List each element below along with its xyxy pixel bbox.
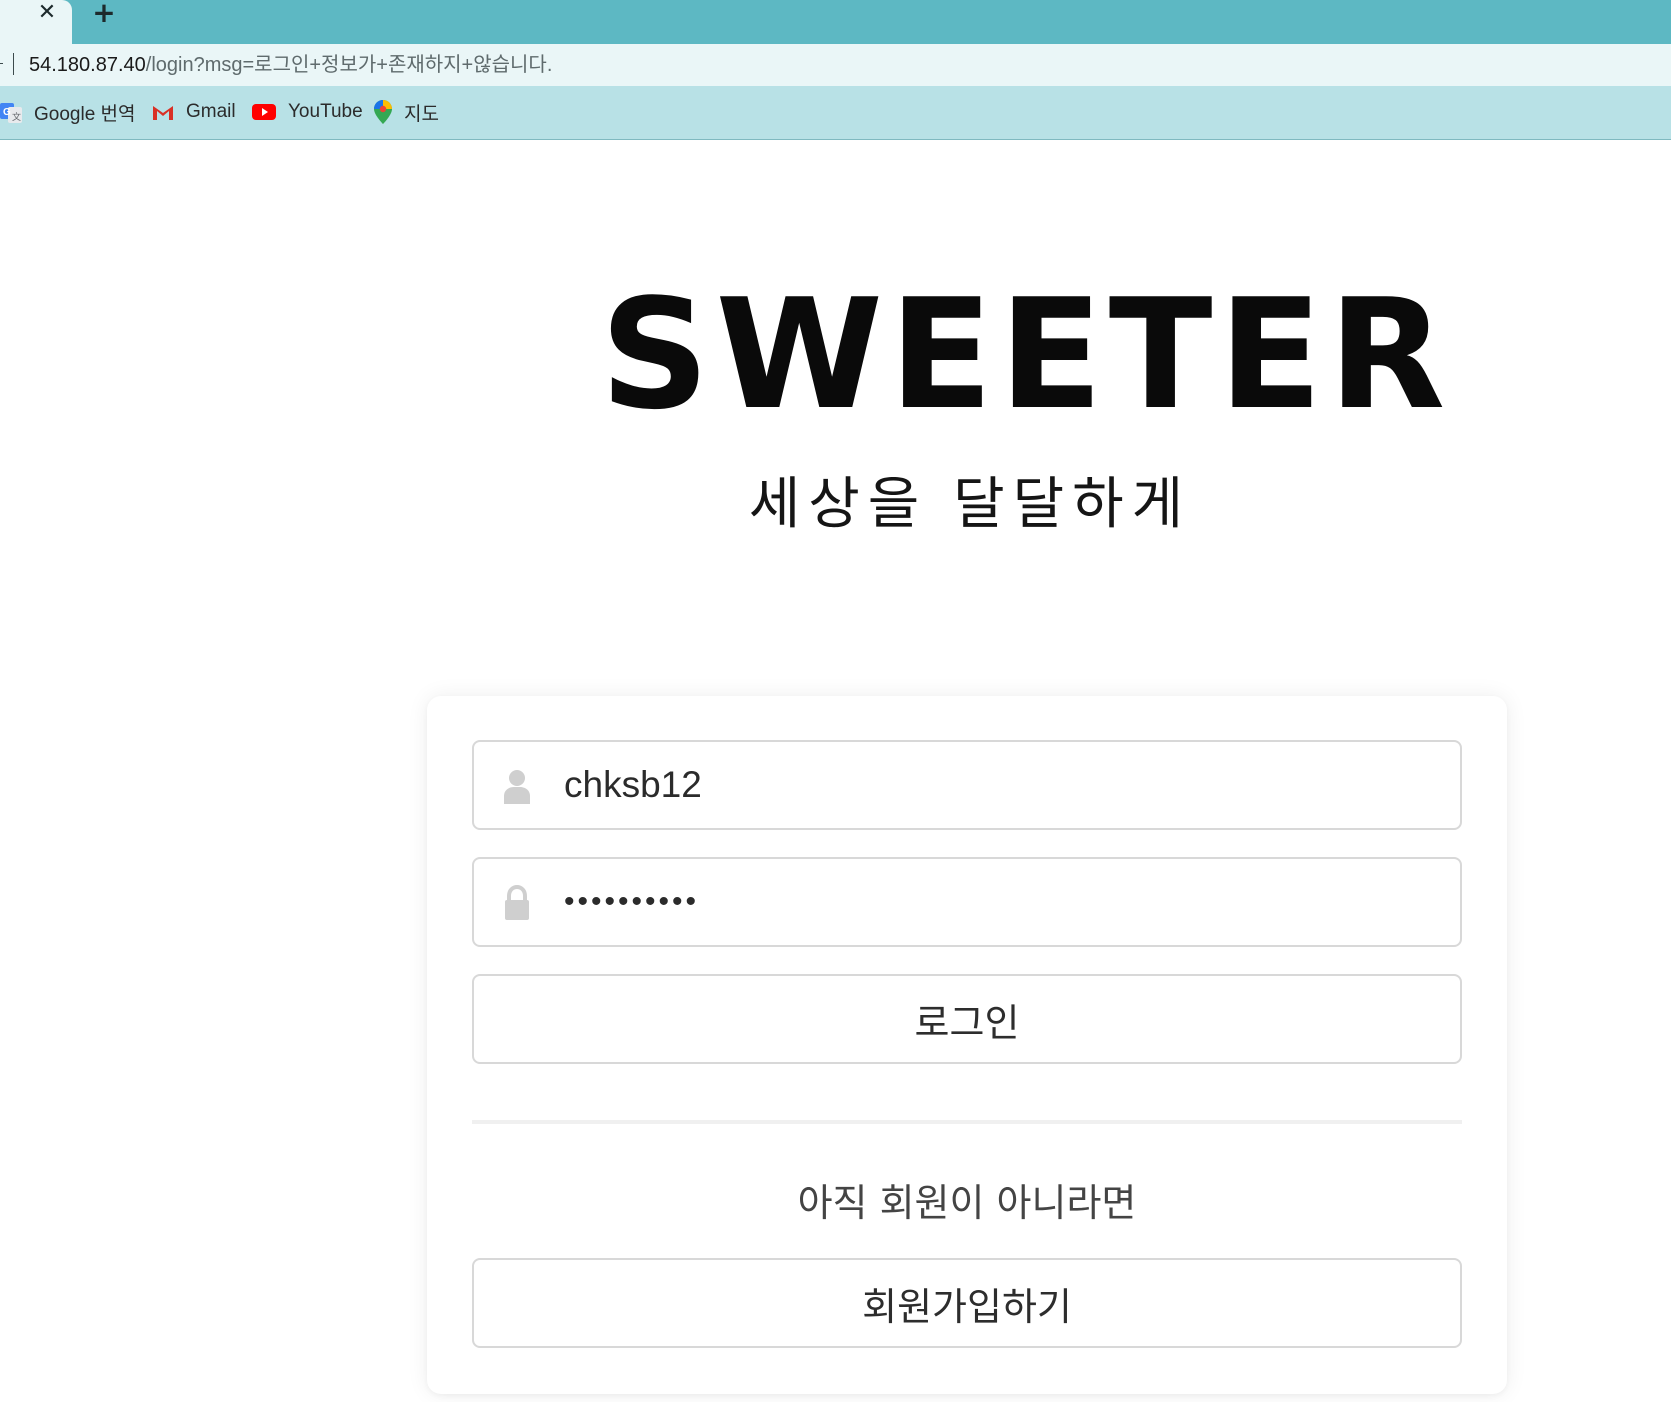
divider [472, 1120, 1462, 1124]
bookmarks-bar: G 文 Google 번역 Gmail YouTube 지도 [0, 86, 1671, 140]
bookmark-gmail[interactable]: Gmail [152, 98, 236, 126]
username-input[interactable] [564, 742, 1444, 828]
svg-text:文: 文 [12, 111, 21, 122]
login-card: 로그인 아직 회원이 아니라면 회원가입하기 [427, 696, 1507, 1394]
gmail-icon [153, 106, 173, 120]
site-logo: SWEETER [600, 266, 1452, 443]
bookmark-label: Google 번역 [34, 103, 136, 125]
close-tab-icon[interactable]: ✕ [36, 2, 58, 24]
login-button[interactable]: 로그인 [472, 974, 1462, 1064]
active-tab[interactable]: ✕ [0, 0, 72, 44]
tab-strip: ✕ + [0, 0, 1671, 44]
password-field[interactable] [472, 857, 1462, 947]
lock-icon [505, 885, 529, 920]
user-icon [504, 770, 530, 804]
password-input[interactable] [564, 859, 1444, 945]
signup-prompt: 아직 회원이 아니라면 [797, 1181, 1137, 1225]
address-bar-separator [13, 53, 14, 75]
url-host: 54.180.87.40 [29, 54, 146, 76]
new-tab-button[interactable]: + [90, 0, 118, 28]
google-translate-icon: G 文 [0, 103, 22, 123]
bookmark-maps[interactable]: 지도 [374, 98, 439, 126]
bookmark-youtube[interactable]: YouTube [252, 98, 363, 126]
address-bar[interactable]: 54.180.87.40/login?msg=로그인+정보가+존재하지+않습니다… [0, 44, 1671, 86]
youtube-icon [252, 104, 276, 120]
signup-button[interactable]: 회원가입하기 [472, 1258, 1462, 1348]
address-bar-edge [0, 63, 3, 64]
bookmark-label: 지도 [404, 103, 439, 125]
url-path: /login?msg=로그인+정보가+존재하지+않습니다. [145, 54, 553, 76]
bookmark-google-translate[interactable]: G 文 Google 번역 [0, 98, 136, 126]
site-tagline: 세상을 달달하게 [748, 472, 1192, 537]
svg-text:G: G [3, 107, 11, 118]
bookmark-label: YouTube [288, 101, 363, 122]
bookmark-label: Gmail [186, 101, 236, 122]
maps-pin-icon [374, 100, 392, 124]
username-field[interactable] [472, 740, 1462, 830]
url-text[interactable]: 54.180.87.40/login?msg=로그인+정보가+존재하지+않습니다… [29, 53, 552, 77]
